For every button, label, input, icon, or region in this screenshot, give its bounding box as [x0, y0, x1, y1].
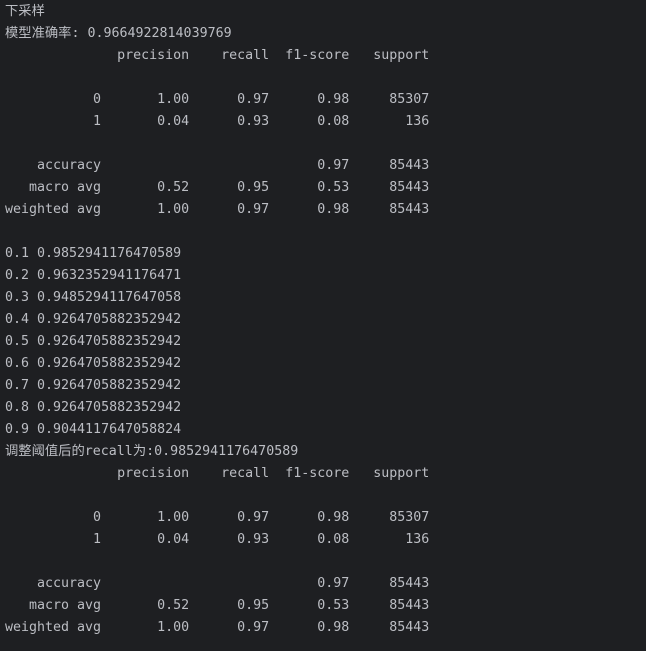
console-line: 1 0.04 0.93 0.08 136 — [5, 114, 430, 129]
console-line: accuracy 0.97 85443 — [5, 576, 430, 591]
console-line: macro avg 0.52 0.95 0.53 85443 — [5, 598, 430, 613]
console-line: weighted avg 1.00 0.97 0.98 85443 — [5, 620, 430, 635]
console-line: 下采样 — [5, 4, 45, 19]
console-line: 0.9 0.9044117647058824 — [5, 422, 182, 437]
console-line: 0.8 0.9264705882352942 — [5, 400, 182, 415]
console-line: 0 1.00 0.97 0.98 85307 — [5, 92, 430, 107]
console-output: 下采样 模型准确率: 0.9664922814039769 precision … — [5, 0, 646, 651]
console-line: 0.1 0.9852941176470589 — [5, 246, 182, 261]
console-line: weighted avg 1.00 0.97 0.98 85443 — [5, 202, 430, 217]
console-line: 0.5 0.9264705882352942 — [5, 334, 182, 349]
console-line: 0.2 0.9632352941176471 — [5, 268, 182, 283]
console-line: 0 1.00 0.97 0.98 85307 — [5, 510, 430, 525]
console-line: 0.7 0.9264705882352942 — [5, 378, 182, 393]
console-line: precision recall f1-score support — [5, 48, 430, 63]
console-line: 调整阈值后的recall为:0.9852941176470589 — [5, 444, 299, 459]
console-line: macro avg 0.52 0.95 0.53 85443 — [5, 180, 430, 195]
console-line: 0.4 0.9264705882352942 — [5, 312, 182, 327]
console-line: 0.6 0.9264705882352942 — [5, 356, 182, 371]
console-line: 模型准确率: 0.9664922814039769 — [5, 26, 232, 41]
console-line: precision recall f1-score support — [5, 466, 430, 481]
console-line: 0.3 0.9485294117647058 — [5, 290, 182, 305]
console-line: 1 0.04 0.93 0.08 136 — [5, 532, 430, 547]
console-line: accuracy 0.97 85443 — [5, 158, 430, 173]
